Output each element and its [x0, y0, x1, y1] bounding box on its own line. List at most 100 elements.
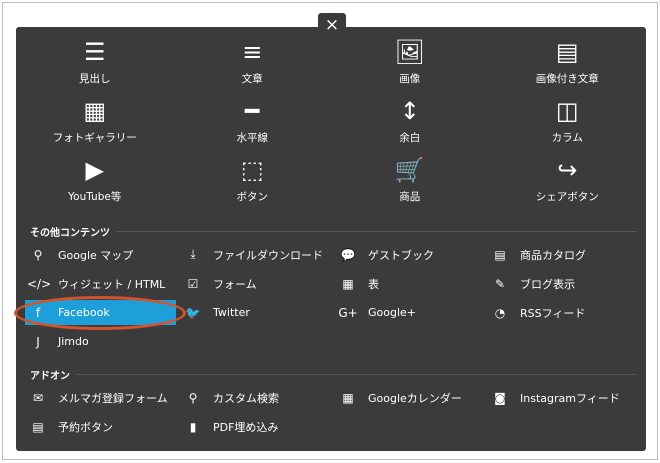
block-9[interactable]: ⬚ ボタン — [174, 154, 332, 213]
block-label: 余白 — [399, 132, 421, 144]
block-label: ボタン — [236, 191, 269, 203]
edit-icon: ✎ — [494, 276, 506, 291]
block-label: 商品 — [399, 191, 421, 203]
play-icon: ▶ — [85, 156, 104, 184]
divider — [76, 374, 637, 375]
item-label: ゲストブック — [368, 248, 434, 262]
block-label: YouTube等 — [68, 191, 122, 203]
section-header-addons: アドオン — [30, 367, 637, 382]
chat-bubble-icon: 💬 — [340, 247, 356, 262]
addons-item-0[interactable]: ✉ メルマガ登録フォーム — [25, 385, 168, 410]
map-pin-icon: ⚲ — [33, 247, 43, 262]
block-label: 文章 — [241, 73, 263, 85]
item-label: メルマガ登録フォーム — [58, 391, 168, 405]
other-item-1[interactable]: ⤓ ファイルダウンロード — [180, 242, 323, 267]
item-label: フォーム — [213, 277, 257, 291]
facebook-icon: f — [35, 305, 41, 320]
heading-icon: ☰ — [83, 38, 106, 66]
section-header-other: その他コンテンツ — [30, 224, 637, 239]
divider — [116, 231, 637, 232]
block-0[interactable]: ☰ 見出し — [16, 36, 174, 95]
other-item-8[interactable]: f Facebook — [25, 300, 176, 325]
addons-item-4[interactable]: ▤ 予約ボタン — [25, 414, 113, 439]
code-icon: </> — [27, 276, 52, 291]
addons-item-1[interactable]: ⚲ カスタム検索 — [180, 385, 279, 410]
addons-item-2[interactable]: ▦ Googleカレンダー — [335, 385, 462, 410]
share-icon: ↪ — [557, 156, 578, 184]
addons-item-3[interactable]: ◙ Instagramフィード — [487, 385, 620, 410]
block-label: シェアボタン — [535, 191, 599, 203]
item-label: 表 — [368, 277, 379, 291]
button-cursor-icon: ⬚ — [240, 156, 264, 184]
item-label: Google マップ — [58, 248, 134, 262]
text-icon: ≡ — [242, 38, 263, 66]
item-label: RSSフィード — [520, 306, 586, 320]
item-label: Twitter — [213, 306, 250, 319]
search-icon: ⚲ — [188, 390, 198, 405]
other-item-9[interactable]: 🐦 Twitter — [180, 300, 250, 325]
item-label: ファイルダウンロード — [213, 248, 323, 262]
other-item-3[interactable]: ▤ 商品カタログ — [487, 242, 586, 267]
item-label: Googleカレンダー — [368, 391, 462, 405]
block-11[interactable]: ↪ シェアボタン — [489, 154, 647, 213]
instagram-icon: ◙ — [494, 390, 506, 405]
columns-icon: ◫ — [555, 97, 579, 125]
block-7[interactable]: ◫ カラム — [489, 95, 647, 154]
block-6[interactable]: ↕ 余白 — [331, 95, 489, 154]
jimdo-icon: J — [36, 334, 40, 349]
block-label: カラム — [551, 132, 583, 144]
twitter-icon: 🐦 — [185, 305, 201, 320]
block-label: 画像付き文章 — [535, 73, 599, 85]
block-1[interactable]: ≡ 文章 — [174, 36, 332, 95]
image-icon: 🖼 — [394, 38, 425, 66]
block-label: 見出し — [79, 73, 111, 85]
addons-item-5[interactable]: ▮ PDF埋め込み — [180, 414, 279, 439]
catalog-icon: ▤ — [494, 247, 506, 262]
block-label: 水平線 — [236, 132, 269, 144]
item-label: Facebook — [58, 306, 110, 319]
block-label: フォトギャラリー — [52, 132, 137, 144]
item-label: カスタム検索 — [213, 391, 279, 405]
mail-icon: ✉ — [32, 390, 44, 405]
other-item-5[interactable]: ☑ フォーム — [180, 271, 257, 296]
other-item-11[interactable]: ◔ RSSフィード — [487, 300, 586, 325]
section-title: その他コンテンツ — [30, 228, 110, 239]
rss-icon: ◔ — [494, 305, 506, 320]
other-item-0[interactable]: ⚲ Google マップ — [25, 242, 134, 267]
pdf-icon: ▮ — [189, 419, 197, 434]
item-label: Jimdo — [58, 335, 89, 348]
other-item-2[interactable]: 💬 ゲストブック — [335, 242, 434, 267]
item-label: Instagramフィード — [520, 391, 620, 405]
block-label: 画像 — [399, 73, 421, 85]
item-label: ブログ表示 — [520, 277, 575, 291]
block-grid: ☰ 見出し ≡ 文章 🖼 画像 ▤ 画像付き文章 ▦ フォトギャラリー ━ 水平線 ↕ 余白 ◫ カラム ▶ Yo… — [16, 36, 646, 213]
section-title: アドオン — [30, 371, 70, 382]
block-2[interactable]: 🖼 画像 — [331, 36, 489, 95]
other-item-6[interactable]: ▦ 表 — [335, 271, 379, 296]
item-label: PDF埋め込み — [213, 420, 279, 434]
gallery-icon: ▦ — [83, 97, 107, 125]
calendar-icon: ▦ — [342, 390, 354, 405]
horizontal-line-icon: ━ — [245, 97, 260, 125]
item-label: 予約ボタン — [58, 420, 113, 434]
block-8[interactable]: ▶ YouTube等 — [16, 154, 174, 213]
item-label: ウィジェット / HTML — [58, 277, 166, 291]
block-3[interactable]: ▤ 画像付き文章 — [489, 36, 647, 95]
block-4[interactable]: ▦ フォトギャラリー — [16, 95, 174, 154]
spacing-icon: ↕ — [399, 97, 420, 125]
book-icon: ▤ — [32, 419, 44, 434]
other-item-7[interactable]: ✎ ブログ表示 — [487, 271, 575, 296]
google-plus-icon: G+ — [338, 305, 358, 320]
other-item-4[interactable]: </> ウィジェット / HTML — [25, 271, 165, 296]
item-label: Google+ — [368, 306, 417, 319]
item-label: 商品カタログ — [520, 248, 586, 262]
block-5[interactable]: ━ 水平線 — [174, 95, 332, 154]
cart-icon: 🛒 — [394, 156, 425, 184]
image-text-icon: ▤ — [555, 38, 579, 66]
download-icon: ⤓ — [190, 247, 196, 261]
block-10[interactable]: 🛒 商品 — [331, 154, 489, 213]
close-button[interactable]: × — [318, 13, 346, 37]
other-item-10[interactable]: G+ Google+ — [335, 300, 416, 325]
checkbox-icon: ☑ — [187, 276, 199, 291]
other-item-12[interactable]: J Jimdo — [25, 329, 89, 354]
